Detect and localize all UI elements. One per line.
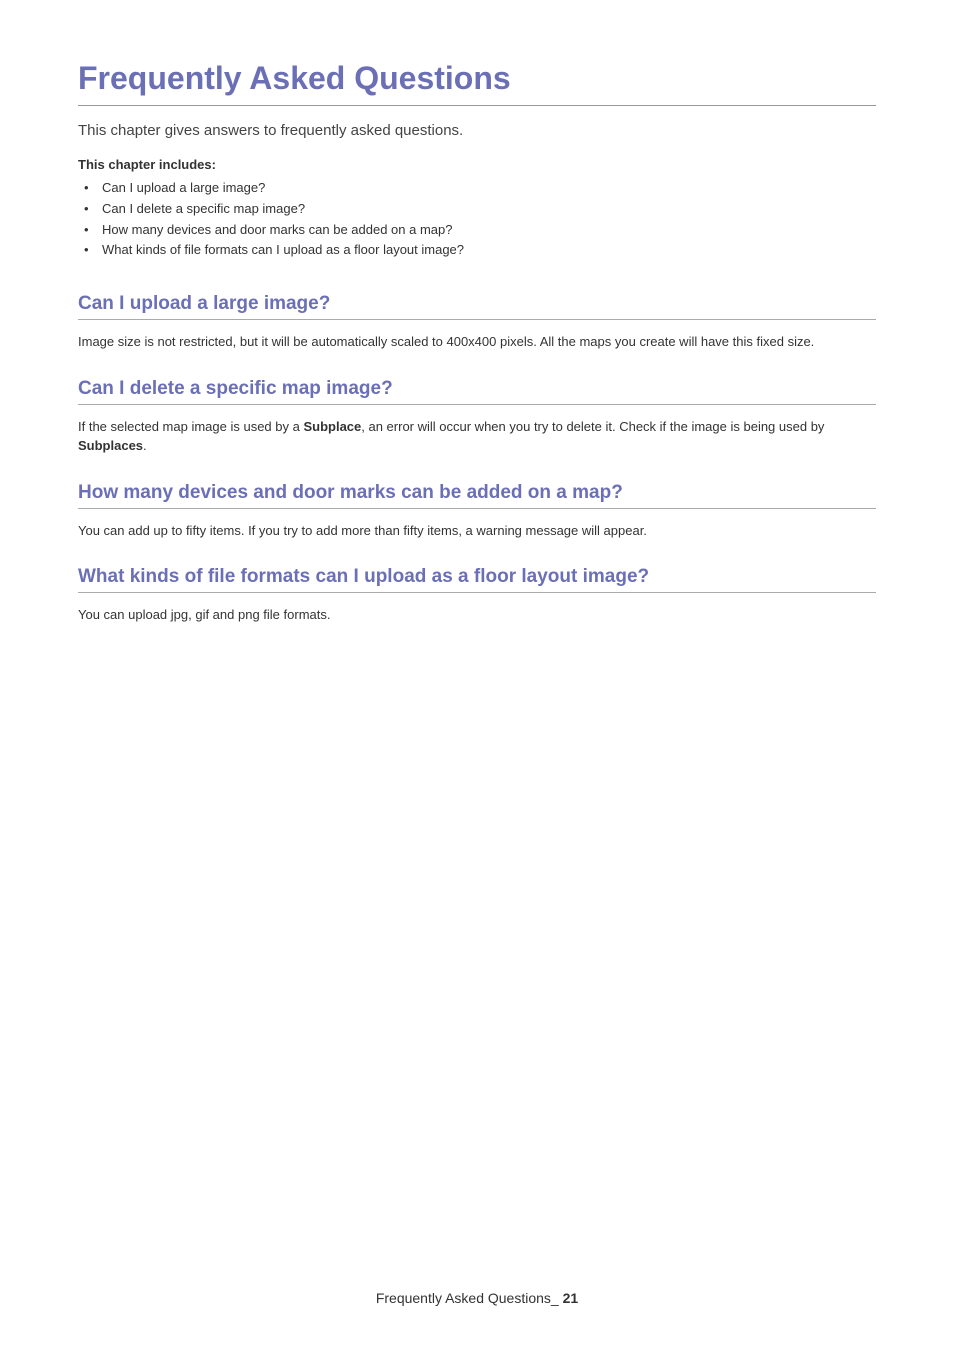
includes-item: Can I delete a specific map image? [78,199,876,220]
section-heading: Can I upload a large image? [78,293,876,320]
section-heading: Can I delete a specific map image? [78,378,876,405]
section-heading: How many devices and door marks can be a… [78,482,876,509]
section-body: If the selected map image is used by a S… [78,417,876,456]
page-number: 21 [563,1290,579,1306]
intro-text: This chapter gives answers to frequently… [78,122,876,139]
page-footer: Frequently Asked Questions_ 21 [0,1290,954,1306]
section-body: You can add up to fifty items. If you tr… [78,521,876,541]
faq-section: Can I upload a large image? Image size i… [78,293,876,352]
faq-section: How many devices and door marks can be a… [78,482,876,541]
includes-item: Can I upload a large image? [78,178,876,199]
includes-list: Can I upload a large image? Can I delete… [78,178,876,261]
faq-section: Can I delete a specific map image? If th… [78,378,876,456]
faq-section: What kinds of file formats can I upload … [78,566,876,625]
section-heading: What kinds of file formats can I upload … [78,566,876,593]
section-body: You can upload jpg, gif and png file for… [78,605,876,625]
page-title: Frequently Asked Questions [78,60,876,106]
footer-label: Frequently Asked Questions_ [376,1290,559,1306]
includes-item: How many devices and door marks can be a… [78,220,876,241]
includes-label: This chapter includes: [78,157,876,172]
includes-item: What kinds of file formats can I upload … [78,240,876,261]
section-body: Image size is not restricted, but it wil… [78,332,876,352]
